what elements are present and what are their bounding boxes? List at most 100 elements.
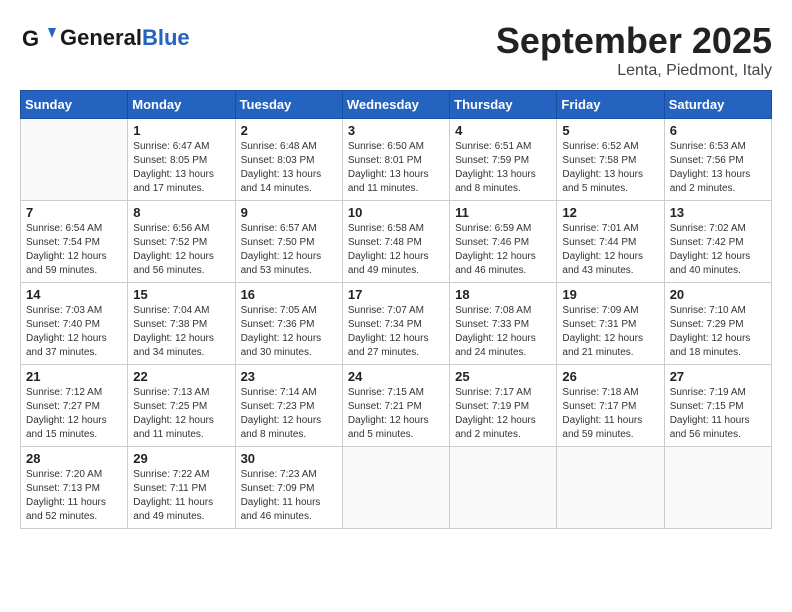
day-info: Sunrise: 7:08 AMSunset: 7:33 PMDaylight:… — [455, 304, 551, 360]
day-info: Sunrise: 6:50 AMSunset: 8:01 PMDaylight:… — [348, 140, 444, 196]
day-info: Sunrise: 6:48 AMSunset: 8:03 PMDaylight:… — [241, 140, 337, 196]
calendar-cell: 23Sunrise: 7:14 AMSunset: 7:23 PMDayligh… — [235, 365, 342, 447]
day-info: Sunrise: 6:59 AMSunset: 7:46 PMDaylight:… — [455, 222, 551, 278]
weekday-wednesday: Wednesday — [342, 91, 449, 119]
day-info: Sunrise: 7:03 AMSunset: 7:40 PMDaylight:… — [26, 304, 122, 360]
day-number: 9 — [241, 205, 337, 220]
title-area: September 2025 Lenta, Piedmont, Italy — [496, 20, 772, 80]
logo-blue: Blue — [142, 25, 190, 50]
calendar-cell: 20 Sunrise: 7:10 AMSunset: 7:29 PMDayligh… — [664, 283, 771, 365]
day-info: Sunrise: 7:05 AMSunset: 7:36 PMDaylight:… — [241, 304, 337, 360]
calendar-cell: 4 Sunrise: 6:51 AMSunset: 7:59 PMDaylight… — [450, 119, 557, 201]
calendar-cell: 11 Sunrise: 6:59 AMSunset: 7:46 PMDayligh… — [450, 201, 557, 283]
day-number: 19 — [562, 287, 658, 302]
day-number: 20 — [670, 287, 766, 302]
day-info: Sunrise: 7:10 AMSunset: 7:29 PMDaylight:… — [670, 304, 766, 360]
calendar-cell: 28Sunrise: 7:20 AMSunset: 7:13 PMDayligh… — [21, 447, 128, 529]
calendar-cell: 10 Sunrise: 6:58 AMSunset: 7:48 PMDayligh… — [342, 201, 449, 283]
day-number: 17 — [348, 287, 444, 302]
weekday-sunday: Sunday — [21, 91, 128, 119]
location-title: Lenta, Piedmont, Italy — [496, 62, 772, 80]
logo-icon: G — [20, 20, 56, 56]
day-info: Sunrise: 7:09 AMSunset: 7:31 PMDaylight:… — [562, 304, 658, 360]
day-number: 1 — [133, 123, 229, 138]
calendar-cell: 29 Sunrise: 7:22 AMSunset: 7:11 PMDayligh… — [128, 447, 235, 529]
day-info: Sunrise: 7:15 AMSunset: 7:21 PMDaylight:… — [348, 386, 444, 442]
calendar-cell — [450, 447, 557, 529]
weekday-thursday: Thursday — [450, 91, 557, 119]
day-number: 22 — [133, 369, 229, 384]
day-info: Sunrise: 6:58 AMSunset: 7:48 PMDaylight:… — [348, 222, 444, 278]
day-info: Sunrise: 7:23 AMSunset: 7:09 PMDaylight:… — [241, 468, 337, 524]
week-row-5: 28Sunrise: 7:20 AMSunset: 7:13 PMDayligh… — [21, 447, 772, 529]
calendar-cell: 13 Sunrise: 7:02 AMSunset: 7:42 PMDayligh… — [664, 201, 771, 283]
calendar-cell: 21 Sunrise: 7:12 AMSunset: 7:27 PMDayligh… — [21, 365, 128, 447]
day-info: Sunrise: 7:18 AMSunset: 7:17 PMDaylight:… — [562, 386, 658, 442]
day-number: 8 — [133, 205, 229, 220]
day-number: 16 — [241, 287, 337, 302]
calendar-cell — [21, 119, 128, 201]
day-info: Sunrise: 6:57 AMSunset: 7:50 PMDaylight:… — [241, 222, 337, 278]
calendar-table: SundayMondayTuesdayWednesdayThursdayFrid… — [20, 90, 772, 529]
day-info: Sunrise: 7:01 AMSunset: 7:44 PMDaylight:… — [562, 222, 658, 278]
day-number: 15 — [133, 287, 229, 302]
calendar-cell: 26 Sunrise: 7:18 AMSunset: 7:17 PMDayligh… — [557, 365, 664, 447]
day-info: Sunrise: 6:51 AMSunset: 7:59 PMDaylight:… — [455, 140, 551, 196]
day-number: 24 — [348, 369, 444, 384]
svg-text:G: G — [22, 26, 39, 51]
calendar-cell: 27Sunrise: 7:19 AMSunset: 7:15 PMDayligh… — [664, 365, 771, 447]
calendar-cell: 14 Sunrise: 7:03 AMSunset: 7:40 PMDayligh… — [21, 283, 128, 365]
day-number: 21 — [26, 369, 122, 384]
day-number: 10 — [348, 205, 444, 220]
day-number: 30 — [241, 451, 337, 466]
logo: G GeneralBlue — [20, 20, 190, 56]
day-info: Sunrise: 7:02 AMSunset: 7:42 PMDaylight:… — [670, 222, 766, 278]
day-info: Sunrise: 7:12 AMSunset: 7:27 PMDaylight:… — [26, 386, 122, 442]
day-number: 4 — [455, 123, 551, 138]
day-number: 13 — [670, 205, 766, 220]
week-row-2: 7Sunrise: 6:54 AMSunset: 7:54 PMDaylight… — [21, 201, 772, 283]
weekday-friday: Friday — [557, 91, 664, 119]
calendar-cell: 8 Sunrise: 6:56 AMSunset: 7:52 PMDaylight… — [128, 201, 235, 283]
day-number: 6 — [670, 123, 766, 138]
day-info: Sunrise: 7:20 AMSunset: 7:13 PMDaylight:… — [26, 468, 122, 524]
calendar-body: 1 Sunrise: 6:47 AMSunset: 8:05 PMDaylight… — [21, 119, 772, 529]
month-title: September 2025 — [496, 20, 772, 62]
day-info: Sunrise: 7:13 AMSunset: 7:25 PMDaylight:… — [133, 386, 229, 442]
day-info: Sunrise: 6:54 AMSunset: 7:54 PMDaylight:… — [26, 222, 122, 278]
calendar-cell: 15Sunrise: 7:04 AMSunset: 7:38 PMDayligh… — [128, 283, 235, 365]
logo-general: General — [60, 25, 142, 50]
day-number: 3 — [348, 123, 444, 138]
calendar-cell — [557, 447, 664, 529]
week-row-1: 1 Sunrise: 6:47 AMSunset: 8:05 PMDaylight… — [21, 119, 772, 201]
day-number: 14 — [26, 287, 122, 302]
calendar-cell: 9 Sunrise: 6:57 AMSunset: 7:50 PMDaylight… — [235, 201, 342, 283]
calendar-cell: 18 Sunrise: 7:08 AMSunset: 7:33 PMDayligh… — [450, 283, 557, 365]
calendar-cell: 24 Sunrise: 7:15 AMSunset: 7:21 PMDayligh… — [342, 365, 449, 447]
day-number: 11 — [455, 205, 551, 220]
day-info: Sunrise: 6:56 AMSunset: 7:52 PMDaylight:… — [133, 222, 229, 278]
day-number: 26 — [562, 369, 658, 384]
calendar-cell: 17Sunrise: 7:07 AMSunset: 7:34 PMDayligh… — [342, 283, 449, 365]
calendar-cell: 5Sunrise: 6:52 AMSunset: 7:58 PMDaylight… — [557, 119, 664, 201]
weekday-header-row: SundayMondayTuesdayWednesdayThursdayFrid… — [21, 91, 772, 119]
calendar-cell — [664, 447, 771, 529]
day-info: Sunrise: 7:22 AMSunset: 7:11 PMDaylight:… — [133, 468, 229, 524]
day-number: 5 — [562, 123, 658, 138]
day-number: 25 — [455, 369, 551, 384]
day-number: 12 — [562, 205, 658, 220]
day-number: 29 — [133, 451, 229, 466]
page-header: G GeneralBlue September 2025 Lenta, Pied… — [20, 20, 772, 80]
day-info: Sunrise: 6:47 AMSunset: 8:05 PMDaylight:… — [133, 140, 229, 196]
calendar-cell: 7Sunrise: 6:54 AMSunset: 7:54 PMDaylight… — [21, 201, 128, 283]
calendar-cell: 19 Sunrise: 7:09 AMSunset: 7:31 PMDayligh… — [557, 283, 664, 365]
day-info: Sunrise: 7:17 AMSunset: 7:19 PMDaylight:… — [455, 386, 551, 442]
calendar-cell: 1 Sunrise: 6:47 AMSunset: 8:05 PMDaylight… — [128, 119, 235, 201]
day-number: 2 — [241, 123, 337, 138]
calendar-cell: 30 Sunrise: 7:23 AMSunset: 7:09 PMDayligh… — [235, 447, 342, 529]
day-number: 18 — [455, 287, 551, 302]
calendar-cell: 3 Sunrise: 6:50 AMSunset: 8:01 PMDaylight… — [342, 119, 449, 201]
calendar-cell: 16 Sunrise: 7:05 AMSunset: 7:36 PMDayligh… — [235, 283, 342, 365]
week-row-4: 21 Sunrise: 7:12 AMSunset: 7:27 PMDayligh… — [21, 365, 772, 447]
week-row-3: 14 Sunrise: 7:03 AMSunset: 7:40 PMDayligh… — [21, 283, 772, 365]
